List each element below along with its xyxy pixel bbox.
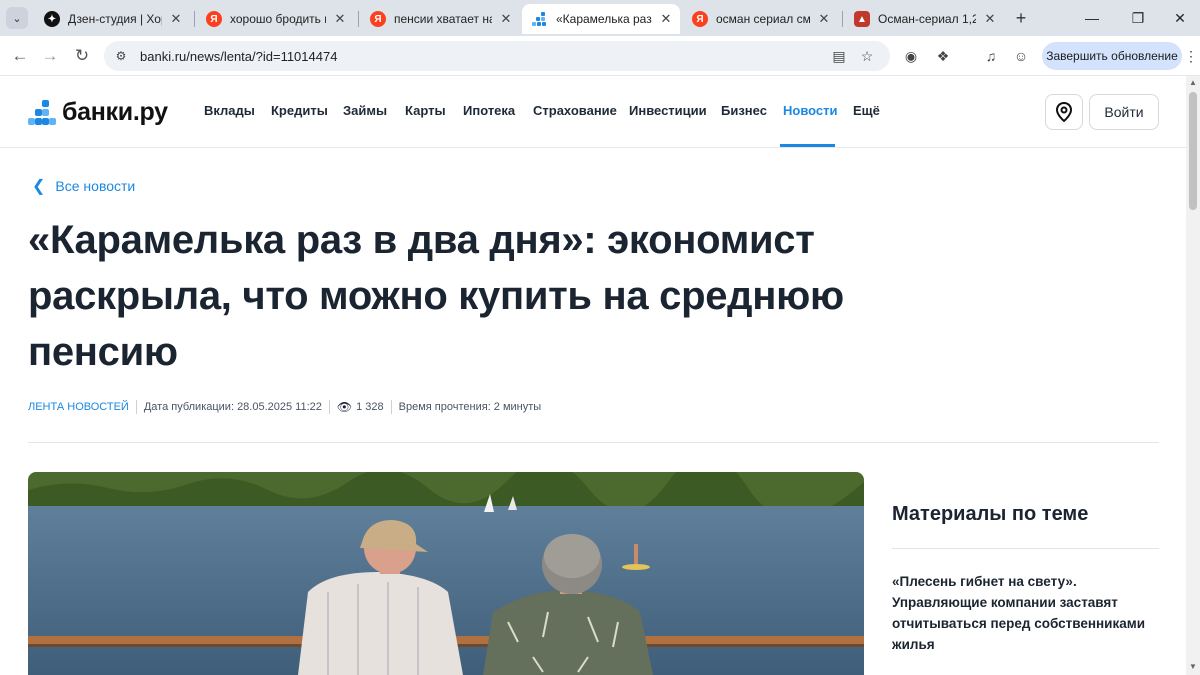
scroll-up-icon[interactable]: ▲: [1189, 78, 1197, 87]
minimize-icon[interactable]: —: [1072, 6, 1112, 30]
browser-tab-5[interactable]: Я осман сериал смотр ✕: [682, 4, 838, 34]
site-logo[interactable]: банки.ру: [28, 98, 168, 127]
scroll-down-icon[interactable]: ▼: [1189, 662, 1197, 671]
close-tab-icon[interactable]: ✕: [332, 11, 348, 27]
tab-title: пенсии хватает на ка: [394, 12, 492, 26]
nav-item-vklady[interactable]: Вклады: [204, 103, 255, 118]
nav-item-zaimy[interactable]: Займы: [343, 103, 387, 118]
nav-item-kredity[interactable]: Кредиты: [271, 103, 328, 118]
map-pin-icon: [1055, 102, 1073, 122]
browser-tab-1[interactable]: ✦ Дзен-студия | Хорош ✕: [34, 4, 190, 34]
browser-tab-6[interactable]: ▲ Осман-сериал 1,2,3,4 ✕: [844, 4, 1004, 34]
close-tab-icon[interactable]: ✕: [658, 11, 674, 27]
reload-icon[interactable]: ↻: [70, 44, 94, 68]
install-app-icon[interactable]: ▤: [828, 45, 850, 67]
related-article-link[interactable]: «Плесень гибнет на свету». Управляющие к…: [892, 571, 1154, 655]
related-divider: [892, 548, 1159, 549]
forward-arrow-icon[interactable]: →: [38, 44, 62, 68]
banki-icon: [532, 11, 548, 27]
tab-separator: [842, 11, 843, 27]
category-link[interactable]: ЛЕНТА НОВОСТЕЙ: [28, 401, 129, 413]
browser-tab-2[interactable]: Я хорошо бродить по ✕: [196, 4, 354, 34]
tab-title: Дзен-студия | Хорош: [68, 12, 162, 26]
profile-icon[interactable]: ☺: [1010, 45, 1032, 67]
address-bar[interactable]: ⚙ banki.ru/news/lenta/?id=11014474 ▤ ☆: [104, 41, 890, 71]
related-section-title: Материалы по теме: [892, 503, 1089, 525]
finish-update-button[interactable]: Завершить обновление: [1042, 42, 1182, 70]
nav-item-investicii[interactable]: Инвестиции: [629, 103, 707, 118]
browser-menu-icon[interactable]: ⋮: [1184, 48, 1198, 65]
article-meta: ЛЕНТА НОВОСТЕЙ Дата публикации: 28.05.20…: [28, 400, 541, 414]
close-window-icon[interactable]: ✕: [1160, 6, 1200, 30]
nav-item-eshche[interactable]: Ещё: [853, 103, 880, 118]
page-scrollbar[interactable]: ▲ ▼: [1186, 76, 1200, 675]
osman-icon: ▲: [854, 11, 870, 27]
browser-tab-4-active[interactable]: «Карамелька раз в д ✕: [522, 4, 680, 34]
browser-tabstrip: ⌄ ✦ Дзен-студия | Хорош ✕ Я хорошо броди…: [0, 0, 1200, 36]
scrollbar-thumb[interactable]: [1189, 92, 1197, 210]
article-title: «Карамелька раз в два дня»: экономист ра…: [28, 218, 844, 374]
tab-search-dropdown-icon[interactable]: ⌄: [6, 7, 28, 29]
tab-title: хорошо бродить по: [230, 12, 326, 26]
tab-title: осман сериал смотр: [716, 12, 810, 26]
meta-divider: [328, 400, 330, 414]
meta-divider: [135, 400, 137, 414]
nav-item-novosti[interactable]: Новости: [783, 103, 838, 118]
active-nav-indicator: [780, 144, 835, 147]
publish-date: Дата публикации: 28.05.2025 11:22: [143, 401, 322, 413]
header-divider: [28, 442, 1159, 443]
tab-title: «Карамелька раз в д: [556, 12, 652, 26]
close-tab-icon[interactable]: ✕: [498, 11, 514, 27]
extension-1-icon[interactable]: ◉: [900, 45, 922, 67]
yandex-icon: Я: [370, 11, 386, 27]
nav-item-strakhovanie[interactable]: Страхование: [533, 103, 617, 118]
nav-item-biznes[interactable]: Бизнес: [721, 103, 767, 118]
new-tab-icon[interactable]: +: [1010, 7, 1032, 29]
dzen-icon: ✦: [44, 11, 60, 27]
bookmark-star-icon[interactable]: ☆: [856, 45, 878, 67]
extensions-puzzle-icon[interactable]: ❖: [932, 45, 954, 67]
chevron-left-icon: ❮: [32, 178, 46, 195]
close-tab-icon[interactable]: ✕: [816, 11, 832, 27]
browser-tab-3[interactable]: Я пенсии хватает на ка ✕: [360, 4, 520, 34]
nav-item-ipoteka[interactable]: Ипотека: [463, 103, 515, 118]
close-tab-icon[interactable]: ✕: [982, 11, 998, 27]
logo-mark-icon: [28, 99, 56, 126]
meta-divider: [390, 400, 392, 414]
article-photo: [28, 472, 864, 675]
close-tab-icon[interactable]: ✕: [168, 11, 184, 27]
login-button[interactable]: Войти: [1089, 94, 1159, 130]
eye-icon: 👁: [336, 400, 353, 414]
media-controls-icon[interactable]: ♫: [980, 45, 1002, 67]
nav-item-karty[interactable]: Карты: [405, 103, 446, 118]
back-arrow-icon[interactable]: ←: [8, 44, 32, 68]
site-header: банки.ру Вклады Кредиты Займы Карты Ипот…: [0, 76, 1186, 148]
view-count: 1 328: [356, 401, 384, 413]
reading-time: Время прочтения: 2 минуты: [398, 401, 542, 413]
back-link-label: Все новости: [55, 178, 136, 194]
yandex-icon: Я: [692, 11, 708, 27]
url-text[interactable]: banki.ru/news/lenta/?id=11014474: [140, 49, 337, 64]
tab-separator: [358, 11, 359, 27]
location-button[interactable]: [1045, 94, 1083, 130]
logo-text: банки.ру: [62, 98, 168, 126]
yandex-icon: Я: [206, 11, 222, 27]
restore-window-icon[interactable]: ❐: [1118, 6, 1158, 30]
tab-separator: [194, 11, 195, 27]
browser-toolbar: ← → ↻ ⚙ banki.ru/news/lenta/?id=11014474…: [0, 36, 1200, 76]
site-settings-icon[interactable]: ⚙: [110, 45, 132, 67]
back-to-news-link[interactable]: ❮ Все новости: [32, 176, 135, 196]
tab-title: Осман-сериал 1,2,3,4: [878, 12, 976, 26]
